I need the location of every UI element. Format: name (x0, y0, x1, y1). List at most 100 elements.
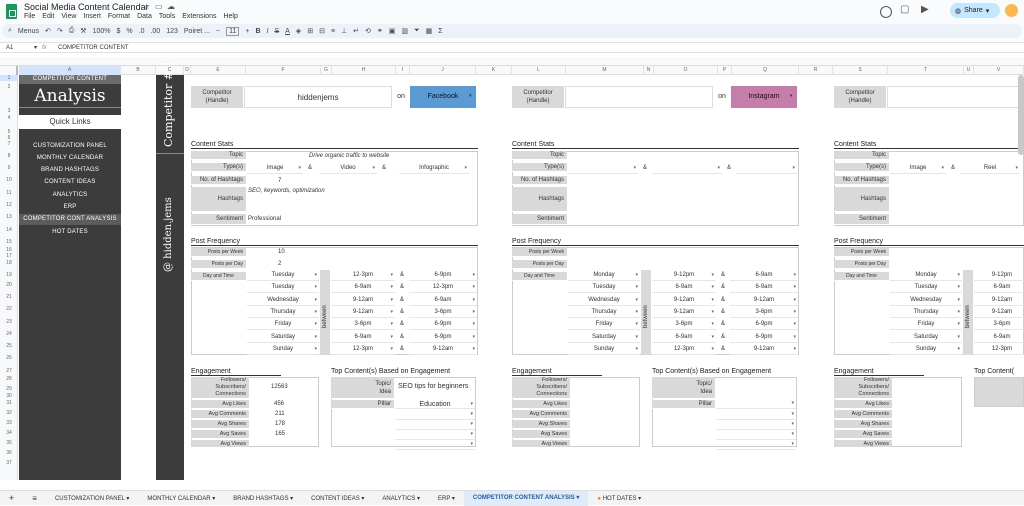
filter-views-icon[interactable]: ▦ (426, 27, 433, 35)
bold-icon[interactable]: B (255, 28, 260, 35)
percent-button[interactable]: % (126, 28, 132, 35)
column-header[interactable]: L (512, 66, 566, 75)
document-title[interactable]: Social Media Content Calendar (24, 2, 149, 12)
day-dropdown[interactable]: Saturday (568, 332, 640, 343)
paint-format-icon[interactable]: ⚒ (80, 27, 86, 35)
time-dropdown[interactable]: 9-12am (652, 307, 716, 318)
font-size-input[interactable]: 11 (226, 26, 240, 36)
time-dropdown[interactable]: 3-6pm (652, 319, 716, 330)
time-dropdown[interactable]: 3-6pm (730, 307, 798, 318)
row-header[interactable]: 22 (0, 306, 18, 312)
undo-icon[interactable]: ↶ (45, 27, 51, 35)
time-dropdown[interactable]: 9-12am (730, 344, 798, 355)
time-dropdown[interactable]: 12-3pm (409, 282, 477, 293)
day-dropdown[interactable]: Saturday (890, 332, 962, 343)
time-dropdown[interactable]: 6-9am (331, 332, 395, 343)
print-icon[interactable]: ⎙ (69, 27, 75, 35)
redo-icon[interactable]: ↷ (57, 27, 63, 35)
type-dropdown[interactable]: Image (890, 165, 946, 174)
row-header[interactable]: 17 (0, 253, 18, 259)
comment-insert-icon[interactable]: ▣ (389, 27, 396, 35)
zoom-select[interactable]: 100% (93, 28, 111, 35)
posts-per-day-value[interactable]: 2 (278, 261, 281, 267)
sidebar-item-content-ideas[interactable]: CONTENT IDEAS (19, 177, 121, 188)
move-folder-icon[interactable]: ▭ (155, 2, 163, 11)
time-dropdown[interactable]: 6-9pm (409, 319, 477, 330)
star-icon[interactable]: ☆ (143, 2, 150, 11)
saves-value[interactable]: 165 (275, 431, 285, 437)
row-header[interactable]: 2 (0, 84, 18, 90)
time-dropdown[interactable]: 6-9am (974, 282, 1024, 293)
row-header[interactable]: 21 (0, 294, 18, 300)
time-dropdown[interactable]: 6-9am (730, 270, 798, 281)
competitor-handle-value[interactable] (887, 86, 1024, 108)
fill-color-icon[interactable]: ◈ (296, 27, 301, 35)
add-sheet-icon[interactable]: + (0, 493, 23, 503)
time-dropdown[interactable]: 6-9pm (730, 332, 798, 343)
day-dropdown[interactable]: Sunday (247, 344, 319, 355)
share-button[interactable]: ◍ Share ▾ (950, 3, 1000, 18)
column-header[interactable]: R (799, 66, 833, 75)
sentiment-value[interactable]: Professional (248, 216, 281, 222)
row-header[interactable]: 29 (0, 386, 18, 392)
column-header[interactable]: U (964, 66, 974, 75)
tab-monthly-calendar[interactable]: MONTHLY CALENDAR ▾ (138, 495, 224, 502)
time-dropdown[interactable]: 9-12am (730, 295, 798, 306)
type-dropdown[interactable]: Video (319, 165, 377, 174)
day-dropdown[interactable]: Wednesday (247, 295, 319, 306)
hashtags-value[interactable]: SEO, keywords, optimization (248, 188, 325, 194)
platform-dropdown[interactable]: Facebook (410, 86, 476, 108)
row-header[interactable]: 23 (0, 319, 18, 325)
time-dropdown[interactable]: 6-9am (730, 282, 798, 293)
type-dropdown[interactable]: Infographic (399, 165, 469, 174)
row-header[interactable]: 9 (0, 165, 18, 171)
time-dropdown[interactable]: 6-9am (652, 332, 716, 343)
row-header[interactable]: 19 (0, 272, 18, 278)
competitor-handle-value[interactable]: hiddenjems (244, 86, 392, 108)
select-all-corner[interactable] (0, 66, 18, 75)
sidebar-item-customization-panel[interactable]: CUSTOMIZATION PANEL (19, 141, 121, 152)
meet-icon[interactable]: ▶ (921, 4, 929, 15)
column-header[interactable]: S (833, 66, 888, 75)
sidebar-item-monthly-calendar[interactable]: MONTHLY CALENDAR (19, 153, 121, 164)
row-header[interactable]: 13 (0, 214, 18, 220)
time-dropdown[interactable]: 9-12pm (974, 270, 1024, 281)
tab-competitor-content-analysis[interactable]: COMPETITOR CONTENT ANALYSIS ▾ (463, 490, 589, 506)
row-header[interactable]: 37 (0, 460, 18, 466)
day-dropdown[interactable]: Tuesday (890, 282, 962, 293)
time-dropdown[interactable]: 6-9am (652, 282, 716, 293)
column-header[interactable]: A (19, 66, 121, 75)
sidebar-item-analytics[interactable]: ANALYTICS (19, 190, 121, 201)
time-dropdown[interactable]: 3-6pm (409, 307, 477, 318)
time-dropdown[interactable]: 9-12am (331, 307, 395, 318)
column-header[interactable]: T (888, 66, 964, 75)
shares-value[interactable]: 178 (275, 421, 285, 427)
all-sheets-icon[interactable]: ≡ (23, 494, 46, 503)
strikethrough-icon[interactable]: S (274, 28, 279, 35)
row-header[interactable]: 32 (0, 410, 18, 416)
column-header[interactable]: O (654, 66, 718, 75)
column-header[interactable]: Q (732, 66, 799, 75)
row-header[interactable]: 36 (0, 450, 18, 456)
menu-edit[interactable]: Edit (42, 13, 54, 20)
tab-hot-dates[interactable]: ● HOT DATES ▾ (588, 495, 650, 502)
pillar-dropdown[interactable] (716, 411, 796, 420)
row-header[interactable]: 24 (0, 331, 18, 337)
topic-value[interactable]: Drive organic traffic to website (309, 153, 389, 159)
avatar[interactable] (1005, 4, 1018, 17)
type-dropdown[interactable] (736, 165, 797, 174)
time-dropdown[interactable]: 3-6pm (974, 319, 1024, 330)
day-dropdown[interactable]: Saturday (247, 332, 319, 343)
align-icon[interactable]: ≡ (331, 28, 335, 35)
row-header[interactable]: 8 (0, 153, 18, 159)
tab-content-ideas[interactable]: CONTENT IDEAS ▾ (302, 495, 373, 502)
day-dropdown[interactable]: Wednesday (568, 295, 640, 306)
type-dropdown[interactable] (568, 165, 638, 174)
day-dropdown[interactable]: Monday (890, 270, 962, 281)
column-header[interactable]: G (321, 66, 332, 75)
day-dropdown[interactable]: Sunday (890, 344, 962, 355)
formula-input[interactable]: COMPETITOR CONTENT (58, 45, 129, 51)
row-header[interactable]: 7 (0, 141, 18, 147)
time-dropdown[interactable]: 12-3pm (652, 344, 716, 355)
row-header[interactable]: 18 (0, 260, 18, 266)
